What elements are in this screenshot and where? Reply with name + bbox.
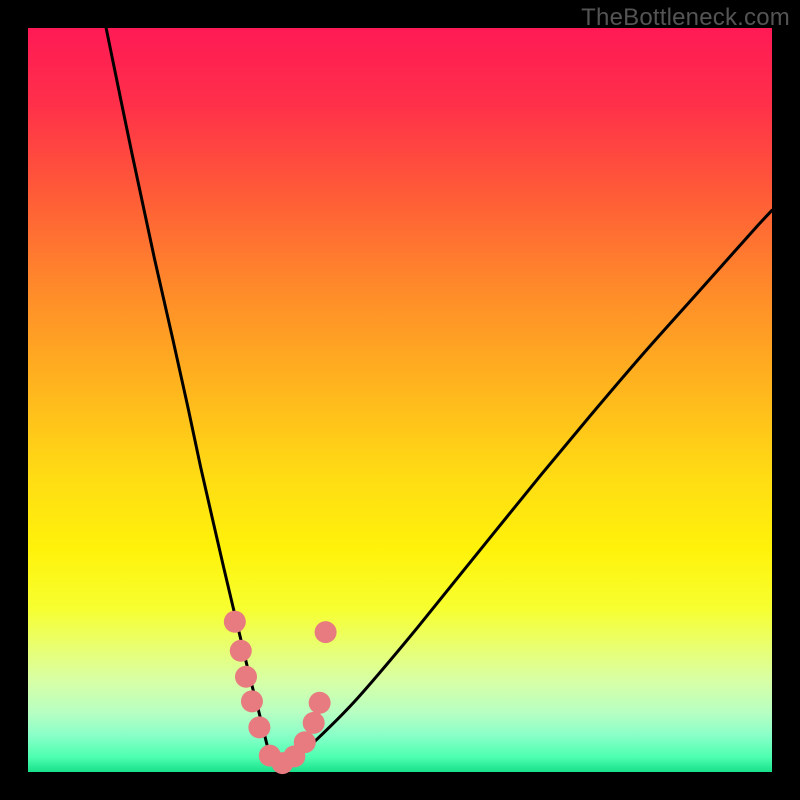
marker-point bbox=[294, 731, 316, 753]
marker-point bbox=[303, 712, 325, 734]
marker-point bbox=[241, 690, 263, 712]
marker-point bbox=[315, 621, 337, 643]
marker-point bbox=[230, 640, 252, 662]
plot-area bbox=[28, 28, 772, 772]
marker-point bbox=[248, 716, 270, 738]
chart-frame: TheBottleneck.com bbox=[0, 0, 800, 800]
marker-point bbox=[235, 666, 257, 688]
bottleneck-curve bbox=[28, 28, 772, 772]
curve-right-branch bbox=[274, 210, 772, 766]
marker-point bbox=[224, 611, 246, 633]
marker-point bbox=[309, 692, 331, 714]
